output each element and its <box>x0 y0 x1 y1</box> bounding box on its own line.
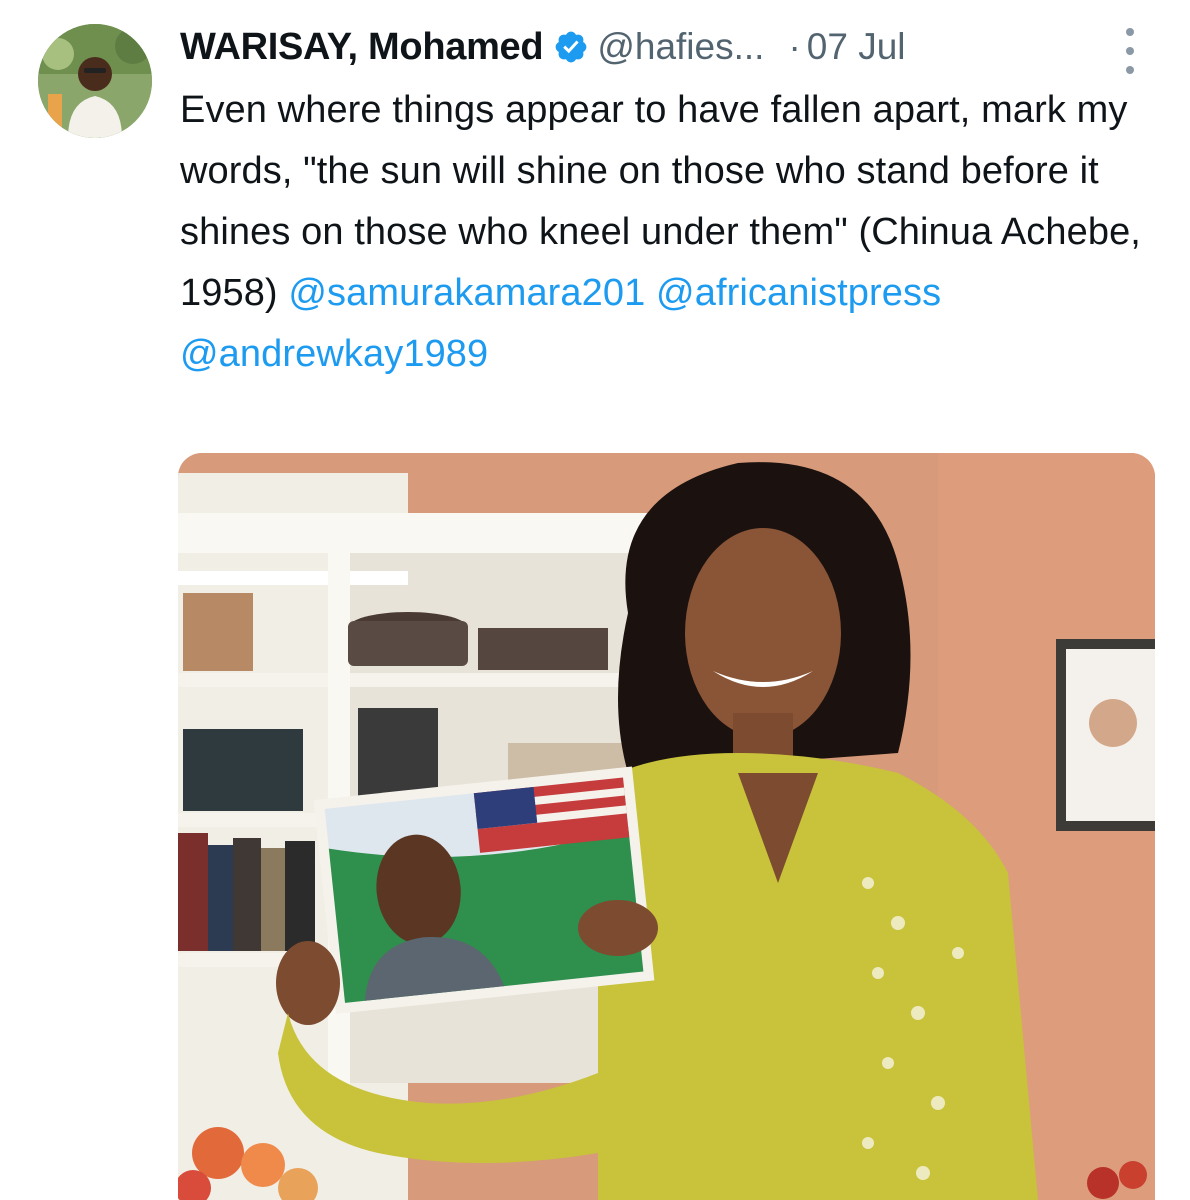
tweet-media-image[interactable] <box>178 453 1155 1200</box>
tweet-text: Even where things appear to have fallen … <box>180 80 1155 385</box>
author-handle[interactable]: @hafies... <box>597 26 764 68</box>
mention-link[interactable]: @andrewkay1989 <box>180 333 488 375</box>
mention-link[interactable]: @africanistpress <box>656 272 941 314</box>
separator-dot: · <box>788 26 801 67</box>
more-options-icon[interactable] <box>1116 28 1144 74</box>
tweet-date[interactable]: 07 Jul <box>807 26 906 68</box>
mention-link[interactable]: @samurakamara201 <box>288 272 645 314</box>
verified-badge-icon <box>555 31 587 63</box>
tweet-header: WARISAY, Mohamed @hafies... · 07 Jul <box>180 18 1170 76</box>
author-display-name[interactable]: WARISAY, Mohamed <box>180 26 544 69</box>
author-avatar[interactable] <box>38 24 152 138</box>
